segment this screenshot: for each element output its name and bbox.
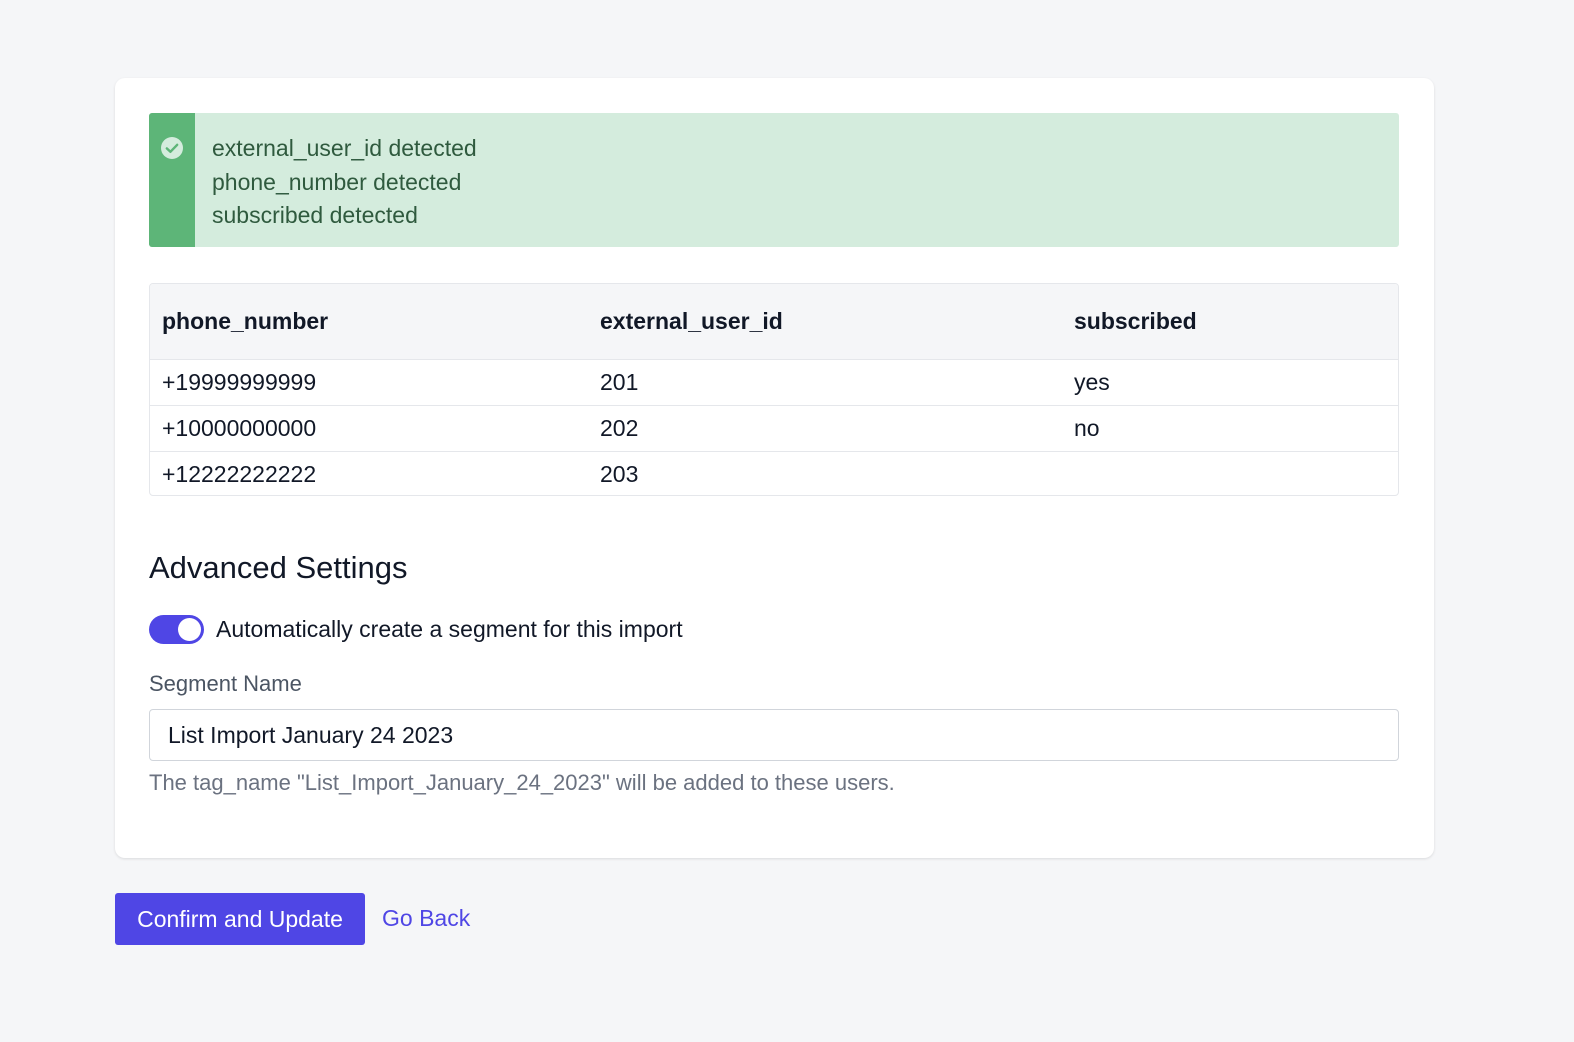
- table-cell: [1062, 451, 1398, 495]
- auto-segment-toggle[interactable]: [149, 615, 204, 644]
- confirm-and-update-button[interactable]: Confirm and Update: [115, 893, 365, 945]
- segment-name-label: Segment Name: [149, 671, 302, 696]
- column-header-subscribed: subscribed: [1074, 307, 1197, 334]
- table-header-row: phone_number external_user_id subscribed: [150, 284, 1398, 359]
- alert-line: external_user_id detected: [212, 135, 477, 161]
- table-cell: 202: [600, 414, 639, 441]
- auto-segment-toggle-label[interactable]: Automatically create a segment for this …: [216, 615, 683, 644]
- table-cell: 203: [600, 460, 639, 487]
- table-cell: +12222222222: [162, 460, 317, 487]
- table-row: +12222222222 203: [150, 451, 1398, 495]
- table-cell: +19999999999: [162, 368, 317, 395]
- check-circle-icon: [160, 136, 184, 160]
- tag-name-help-text: The tag_name "List_Import_January_24_202…: [149, 770, 895, 795]
- import-preview-card: external_user_id detected phone_number d…: [115, 78, 1434, 858]
- table-row: +19999999999 201 yes: [150, 359, 1398, 405]
- table-cell: no: [1074, 414, 1100, 441]
- detection-alert: external_user_id detected phone_number d…: [149, 113, 1399, 247]
- table-row: +10000000000 202 no: [150, 405, 1398, 451]
- alert-messages: external_user_id detected phone_number d…: [212, 132, 477, 233]
- column-header-phone-number: phone_number: [162, 307, 329, 334]
- table-cell: 201: [600, 368, 639, 395]
- table-cell: yes: [1074, 368, 1110, 395]
- segment-name-input[interactable]: [149, 709, 1399, 761]
- alert-accent-bar: [149, 113, 195, 247]
- go-back-link[interactable]: Go Back: [382, 905, 470, 932]
- column-header-external-user-id: external_user_id: [600, 307, 783, 334]
- alert-line: phone_number detected: [212, 168, 462, 195]
- advanced-settings-heading: Advanced Settings: [149, 550, 408, 585]
- toggle-knob: [178, 618, 201, 641]
- table-cell: +10000000000: [162, 414, 317, 441]
- preview-table: phone_number external_user_id subscribed…: [149, 283, 1399, 496]
- alert-line: subscribed detected: [212, 202, 418, 228]
